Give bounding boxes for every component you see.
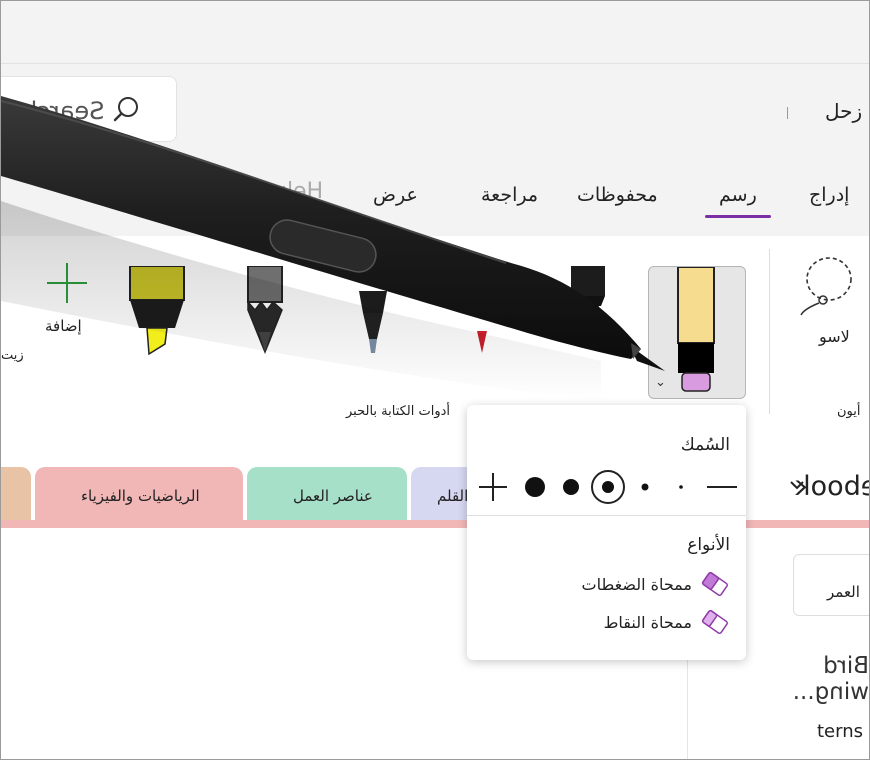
highlighter-icon[interactable] [127,266,187,356]
point-eraser-option[interactable]: ممحاة النقاط [604,609,730,635]
types-title: الأنواع [687,535,730,555]
section-work-label: عناصر العمل [293,487,373,505]
tab-history[interactable]: محفوظات [577,184,658,206]
app-window: Search زحل إدراج رسم محفوظات مراجعة عرض … [0,0,870,760]
stroke-eraser-icon [702,571,728,597]
title-bar [1,1,869,64]
section-math-label: الرياضيات والفيزياء [81,487,200,505]
section-pen-label: القلم [437,487,469,505]
tab-draw[interactable]: رسم [705,184,771,218]
add-pen-label[interactable]: إضافة [45,317,82,335]
stroke-eraser-option[interactable]: ممحاة الضغطات [582,571,730,597]
eraser-icon [677,267,715,392]
popup-divider [467,515,746,516]
page-preview[interactable]: Bird wing... [759,653,869,705]
ink-group-label: أدوات الكتابة بالحبر [346,404,451,419]
thickness-option-small[interactable] [641,483,649,491]
thickness-options [479,470,737,504]
tab-insert[interactable]: إدراج [809,184,849,206]
user-name[interactable]: زحل [825,99,862,123]
eraser-options-popup: السُمك الأنواع ممحاة الضغطات ممحاة النقا… [467,405,746,660]
partial-text: terns [817,721,864,742]
chevron-down-icon[interactable]: ⌄ [655,375,666,390]
black-pen-icon[interactable] [567,266,609,336]
thickness-option-large[interactable] [525,477,545,497]
ribbon-separator [769,249,770,414]
stroke-eraser-label: ممحاة الضغطات [581,574,692,594]
search-input[interactable]: Search [22,97,104,125]
thickness-title: السُمك [680,435,730,455]
red-pen-icon[interactable] [475,331,489,355]
header-separator [787,107,788,119]
section-tab-work[interactable]: عناصر العمل [247,467,407,523]
lasso-label: لاسو [819,327,850,346]
tab-help[interactable]: Help [273,179,323,204]
page-chip-label: العمر [827,583,860,601]
point-eraser-icon [702,609,728,635]
search-icon [113,97,138,122]
thickness-option-xsmall[interactable] [679,485,683,489]
thickness-option-plus[interactable] [479,473,507,501]
section-tab-math[interactable]: الرياضيات والفيزياء [35,467,243,523]
lasso-icon[interactable] [797,255,857,317]
oil-label: زيت [1,348,24,363]
point-eraser-label: ممحاة النقاط [603,612,692,632]
notebook-name[interactable]: Notebook [795,471,869,502]
add-icon[interactable] [45,261,89,305]
section-tab-left[interactable] [1,467,31,523]
pencil-icon[interactable] [245,266,285,356]
group-label-right: أيون [837,404,861,419]
search-box[interactable]: Search [1,76,177,142]
thickness-option-medium[interactable] [563,479,579,495]
ballpoint-pen-icon[interactable] [353,291,393,357]
thickness-option-selected[interactable] [591,470,625,504]
tab-view[interactable]: عرض [373,184,418,206]
tab-review[interactable]: مراجعة [481,184,538,206]
